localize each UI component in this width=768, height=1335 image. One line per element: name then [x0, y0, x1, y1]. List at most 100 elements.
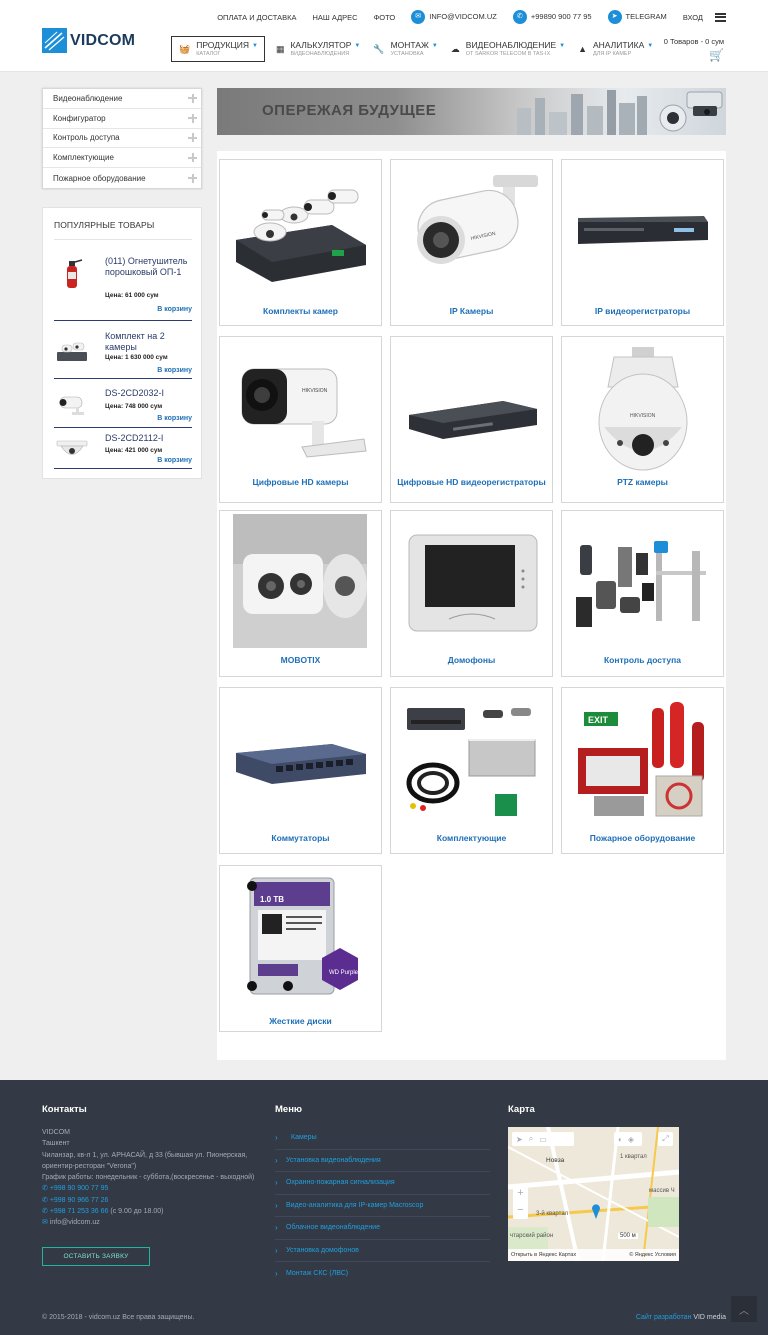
popular-item-name[interactable]: Комплект на 2 камеры — [105, 331, 193, 353]
footer-menu-item[interactable]: › Облачное видеонаблюдение — [275, 1217, 490, 1240]
topbar-address-link[interactable]: НАШ АДРЕС — [312, 13, 357, 22]
footer-menu-item[interactable]: › Видео-аналитика для IP-камер Macroscop — [275, 1195, 490, 1217]
topbar-payment-link[interactable]: ОПЛАТА И ДОСТАВКА — [217, 13, 296, 22]
footer-menu-item[interactable]: › Монтаж СКС (ЛВС) — [275, 1262, 490, 1285]
footer-menu-item[interactable]: › Установка домофонов — [275, 1240, 490, 1262]
main-nav: 🧺 ПРОДУКЦИЯ ▼ КАТАЛОГ ▦ КАЛЬКУЛЯТОР ▼ ВИДЕОН… — [171, 36, 666, 62]
plus-icon[interactable] — [188, 153, 197, 163]
map-search-icon[interactable]: ⌕ — [529, 1134, 533, 1144]
dome-camera-thumbnail[interactable] — [54, 431, 90, 467]
footer-menu-item[interactable]: › Камеры — [275, 1127, 490, 1150]
category-item[interactable]: Контроль доступа — [43, 129, 201, 149]
category-item[interactable]: Пожарное оборудование — [43, 168, 201, 188]
contact-email-text: info@vidcom.uz — [49, 1219, 100, 1227]
chevron-right-icon: › — [275, 1245, 278, 1255]
topbar-email-link[interactable]: ✉ INFO@VIDCOM.UZ — [411, 10, 497, 24]
product-card[interactable]: HIKVISION IP Камеры — [390, 159, 553, 326]
plus-icon[interactable] — [188, 173, 197, 183]
add-to-cart-link[interactable]: В корзину — [157, 415, 192, 422]
yandex-map[interactable]: ➤ ⌕ ▭ ◐ ◈ ⤢ + − Новза 1 квартал 3-й квартал … — [508, 1127, 679, 1261]
category-item[interactable]: Комплектующие — [43, 148, 201, 169]
camera-kit-thumbnail[interactable] — [54, 332, 90, 368]
traffic-icon[interactable]: ◐ — [618, 1135, 623, 1144]
topbar-photo-link[interactable]: ФОТО — [374, 13, 396, 22]
nav-analytics[interactable]: ▲ АНАЛИТИКА ▼ ДЛЯ IP КАМЕР — [578, 36, 653, 62]
ip-camera-image: HIKVISION — [417, 175, 538, 264]
scroll-to-top-button[interactable]: ︿ — [731, 1296, 757, 1322]
topbar-phone-link[interactable]: ✆ +99890 900 77 95 — [512, 10, 592, 24]
hard-drive-image: 1.0 TB WD Purple — [247, 877, 359, 995]
fire-extinguisher-thumbnail[interactable] — [54, 255, 90, 291]
topbar: ОПЛАТА И ДОСТАВКА НАШ АДРЕС ФОТО ✉ INFO@V… — [201, 9, 726, 25]
nav-calculator-sub: ВИДЕОНАБЛЮДЕНИЯ — [290, 50, 350, 57]
plus-icon[interactable] — [188, 93, 197, 103]
category-item[interactable]: Видеонаблюдение — [43, 89, 201, 109]
plus-icon[interactable] — [188, 113, 197, 123]
contact-email[interactable]: ✉ info@vidcom.uz — [42, 1217, 262, 1228]
product-card[interactable]: Домофоны — [390, 510, 553, 677]
cart-summary[interactable]: 0 Товаров - 0 сум 🛒 — [664, 37, 724, 62]
cart-icon[interactable]: 🛒 — [709, 48, 724, 62]
developer-label: Сайт разработан — [635, 1314, 692, 1321]
footer-menu-label: Охранно-пожарная сигнализация — [286, 1179, 395, 1187]
product-card-label: Коммутаторы — [271, 833, 330, 843]
footer-menu-item[interactable]: › Установка видеонаблюдения — [275, 1150, 490, 1172]
ruler-icon[interactable]: ▭ — [539, 1135, 547, 1144]
product-card[interactable]: MOBOTIX — [219, 510, 382, 677]
nav-calculator[interactable]: ▦ КАЛЬКУЛЯТОР ▼ ВИДЕОНАБЛЮДЕНИЯ — [276, 36, 360, 62]
popular-item-name[interactable]: DS-2CD2032-I — [105, 388, 193, 399]
product-card[interactable]: Контроль доступа — [561, 510, 724, 677]
location-arrow-icon[interactable]: ➤ — [516, 1135, 523, 1144]
chevron-right-icon: › — [275, 1200, 278, 1210]
apply-button[interactable]: ОСТАВИТЬ ЗАЯВКУ — [42, 1247, 150, 1266]
bullet-camera-thumbnail[interactable] — [54, 386, 90, 422]
developer-credit[interactable]: Сайт разработан VID media — [636, 1314, 726, 1321]
fullscreen-icon[interactable]: ⤢ — [658, 1132, 673, 1146]
logo[interactable]: VIDCOM — [42, 28, 135, 53]
plus-icon[interactable] — [188, 133, 197, 143]
nav-calculator-label: КАЛЬКУЛЯТОР — [290, 40, 352, 50]
cloud-icon: ☁ — [450, 43, 460, 54]
map-zoom-control: + − — [513, 1185, 528, 1219]
nav-montage[interactable]: 🔧 МОНТАЖ ▼ УСТАНОВКА — [373, 36, 437, 62]
category-label: Пожарное оборудование — [53, 173, 146, 183]
contact-address: Чиланзар, кв-л 1, ул. АРНАСАЙ, д 33 (быв… — [42, 1151, 248, 1170]
zoom-in-button[interactable]: + — [513, 1185, 528, 1202]
footer-menu-item[interactable]: › Охранно-пожарная сигнализация — [275, 1172, 490, 1195]
product-card[interactable]: Комплекты камер — [219, 159, 382, 326]
add-to-cart-link[interactable]: В корзину — [157, 306, 192, 313]
menu-burger-icon[interactable] — [715, 12, 726, 22]
fire-equipment-image: EXIT — [578, 702, 704, 817]
zoom-out-button[interactable]: − — [513, 1202, 528, 1219]
popular-item-price: Цена: 421 000 сум — [105, 447, 163, 454]
contact-phone-2[interactable]: ✆ +998 90 966 77 26 — [42, 1195, 262, 1206]
category-item[interactable]: Конфигуратор — [43, 109, 201, 129]
product-card[interactable]: Цифровые HD видеорегистраторы — [390, 336, 553, 503]
open-in-yandex-link[interactable]: Открыть в Яндекс Картах — [511, 1252, 576, 1258]
nav-surveillance[interactable]: ☁ ВИДЕОНАБЛЮДЕНИЕ ▼ ОТ SARKOR TELECOM В TA… — [451, 36, 565, 62]
product-card[interactable]: Комплектующие — [390, 687, 553, 854]
contact-phone-1[interactable]: ✆ +998 90 900 77 95 — [42, 1183, 262, 1194]
footer-menu-label: Установка видеонаблюдения — [286, 1156, 381, 1164]
product-card-label: MOBOTIX — [280, 655, 321, 665]
category-menu: Видеонаблюдение Конфигуратор Контроль до… — [42, 88, 202, 189]
wrench-icon: 🔧 — [373, 43, 385, 54]
topbar-telegram-link[interactable]: ➤ TELEGRAM — [607, 10, 667, 24]
topbar-login-link[interactable]: ВХОД — [683, 13, 703, 22]
product-card[interactable]: 1.0 TB WD Purple Жесткие диски — [219, 865, 382, 1032]
product-card[interactable]: HIKVISION PTZ камеры — [561, 336, 724, 503]
product-card[interactable]: EXIT Пожарное оборудование — [561, 687, 724, 854]
product-card[interactable]: Коммутаторы — [219, 687, 382, 854]
contact-phone-3[interactable]: ✆ +998 71 253 36 66 (с 9.00 до 18.00) — [42, 1206, 262, 1217]
popular-item-name[interactable]: (011) Огнетушитель порошковый ОП-1 — [105, 256, 193, 278]
layers-icon[interactable]: ◈ — [628, 1135, 634, 1144]
hero-banner[interactable]: ОПЕРЕЖАЯ БУДУЩЕЕ — [217, 88, 726, 135]
add-to-cart-link[interactable]: В корзину — [157, 367, 192, 374]
popular-item-name[interactable]: DS-2CD2112-I — [105, 433, 193, 444]
add-to-cart-link[interactable]: В корзину — [157, 457, 192, 464]
footer-map-title: Карта — [508, 1104, 535, 1115]
product-card[interactable]: IP видеорегистраторы — [561, 159, 724, 326]
contact-phone-1-text: +998 90 900 77 95 — [49, 1185, 109, 1193]
product-card[interactable]: HIKVISION Цифровые HD камеры — [219, 336, 382, 503]
nav-products[interactable]: 🧺 ПРОДУКЦИЯ ▼ КАТАЛОГ — [171, 36, 265, 62]
